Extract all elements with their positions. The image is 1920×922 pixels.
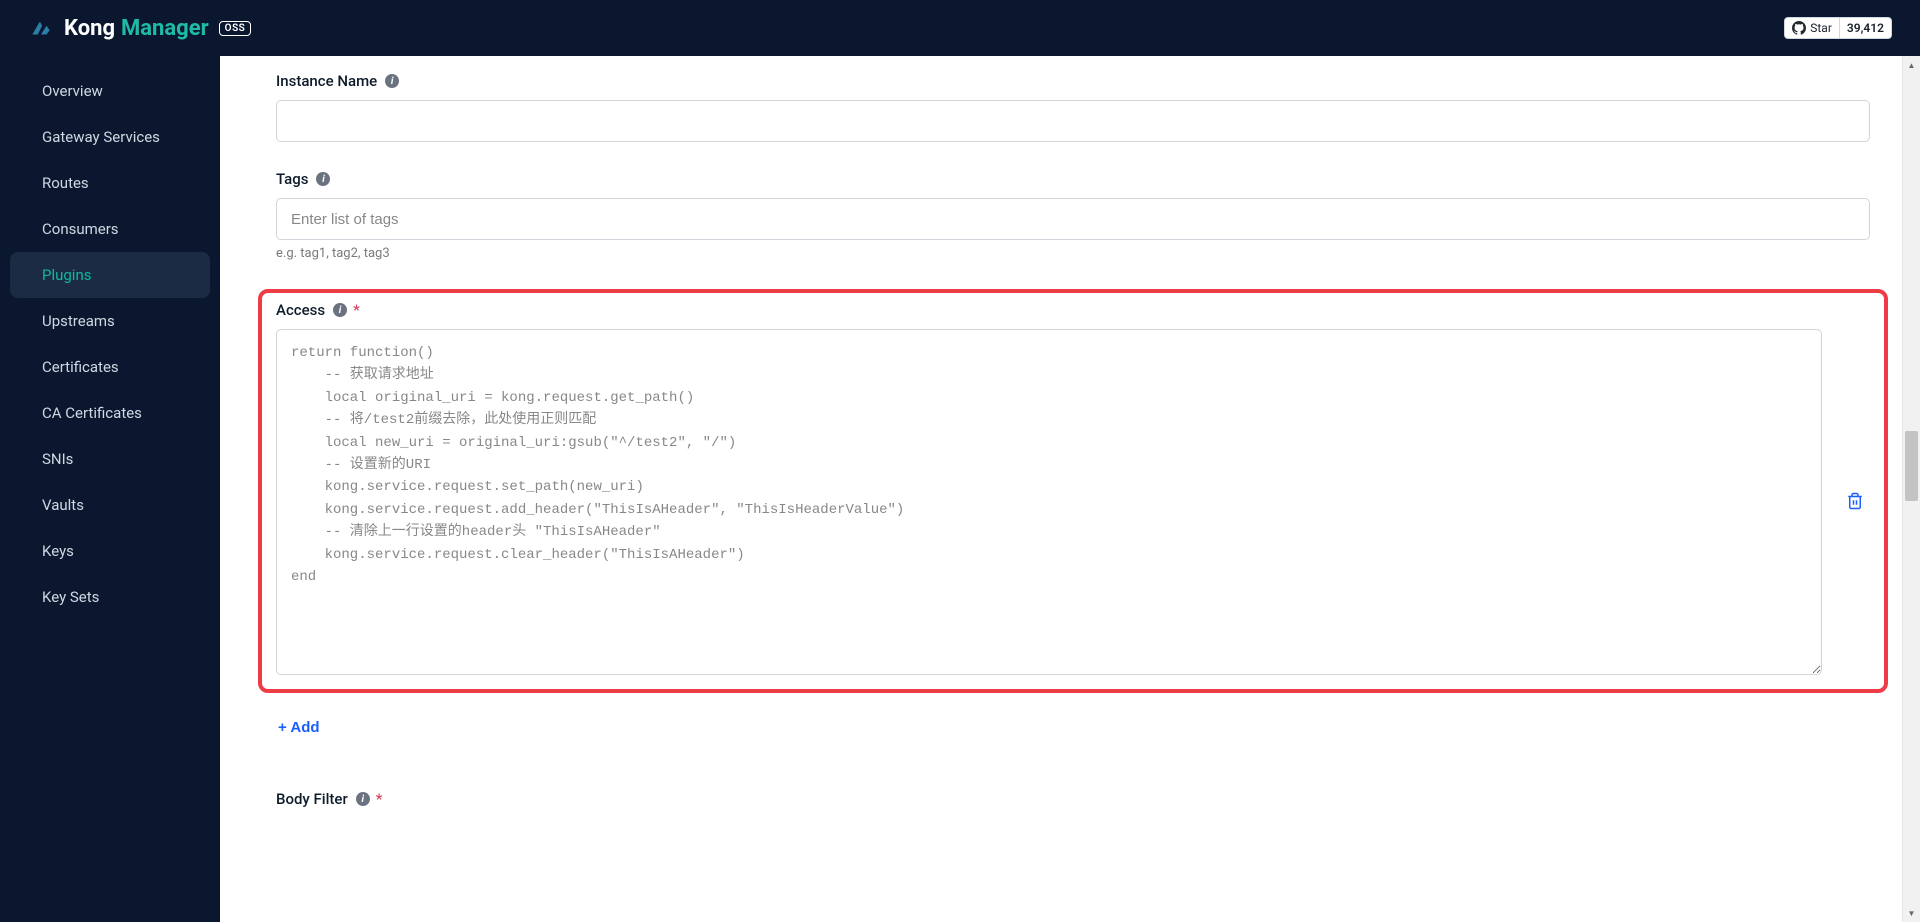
sidebar-item-plugins[interactable]: Plugins — [10, 252, 210, 298]
scroll-down-arrow[interactable]: ▼ — [1903, 904, 1920, 922]
field-tags: Tags i e.g. tag1, tag2, tag3 — [276, 170, 1870, 261]
sidebar-item-key-sets[interactable]: Key Sets — [10, 574, 210, 620]
main-area: Instance Name i Tags i e.g. tag1, tag2, … — [220, 56, 1920, 922]
github-star-button[interactable]: Star — [1785, 18, 1840, 38]
github-icon — [1792, 21, 1806, 35]
required-mark: * — [376, 790, 383, 808]
form-content: Instance Name i Tags i e.g. tag1, tag2, … — [220, 56, 1902, 922]
oss-badge: OSS — [219, 21, 252, 36]
scroll-thumb[interactable] — [1905, 431, 1918, 501]
sidebar-item-snis[interactable]: SNIs — [10, 436, 210, 482]
access-label: Access — [276, 301, 325, 319]
info-icon[interactable]: i — [356, 792, 370, 806]
scroll-up-arrow[interactable]: ▲ — [1903, 56, 1920, 74]
info-icon[interactable]: i — [316, 172, 330, 186]
tags-label: Tags — [276, 170, 308, 188]
logo-kong: Kong — [64, 16, 115, 41]
sidebar-item-routes[interactable]: Routes — [10, 160, 210, 206]
app-header: Kong Manager OSS Star 39,412 — [0, 0, 1920, 56]
trash-icon — [1846, 492, 1864, 510]
sidebar-item-keys[interactable]: Keys — [10, 528, 210, 574]
info-icon[interactable]: i — [333, 303, 347, 317]
sidebar-item-certificates[interactable]: Certificates — [10, 344, 210, 390]
github-star-label: Star — [1810, 21, 1832, 35]
github-star-count: 39,412 — [1840, 21, 1891, 35]
delete-access-button[interactable] — [1840, 486, 1870, 519]
sidebar-item-vaults[interactable]: Vaults — [10, 482, 210, 528]
field-instance-name: Instance Name i — [276, 72, 1870, 142]
logo-manager: Manager — [121, 16, 209, 41]
add-access-button[interactable]: + Add — [276, 713, 322, 742]
body-filter-label: Body Filter — [276, 790, 348, 808]
instance-name-label: Instance Name — [276, 72, 377, 90]
tags-input[interactable] — [276, 198, 1870, 240]
tags-hint: e.g. tag1, tag2, tag3 — [276, 246, 1870, 261]
sidebar-item-overview[interactable]: Overview — [10, 68, 210, 114]
access-highlighted-region: Access i * — [258, 289, 1888, 693]
instance-name-input[interactable] — [276, 100, 1870, 142]
logo-area: Kong Manager OSS — [28, 15, 251, 41]
sidebar-item-consumers[interactable]: Consumers — [10, 206, 210, 252]
github-star[interactable]: Star 39,412 — [1784, 17, 1892, 39]
sidebar-item-gateway-services[interactable]: Gateway Services — [10, 114, 210, 160]
access-code-textarea[interactable] — [276, 329, 1822, 675]
required-mark: * — [353, 301, 360, 319]
scrollbar[interactable]: ▲ ▼ — [1902, 56, 1920, 922]
kong-logo-icon — [28, 15, 54, 41]
sidebar-item-ca-certificates[interactable]: CA Certificates — [10, 390, 210, 436]
sidebar-item-upstreams[interactable]: Upstreams — [10, 298, 210, 344]
info-icon[interactable]: i — [385, 74, 399, 88]
logo-text: Kong Manager — [64, 16, 209, 41]
sidebar: Overview Gateway Services Routes Consume… — [0, 56, 220, 922]
